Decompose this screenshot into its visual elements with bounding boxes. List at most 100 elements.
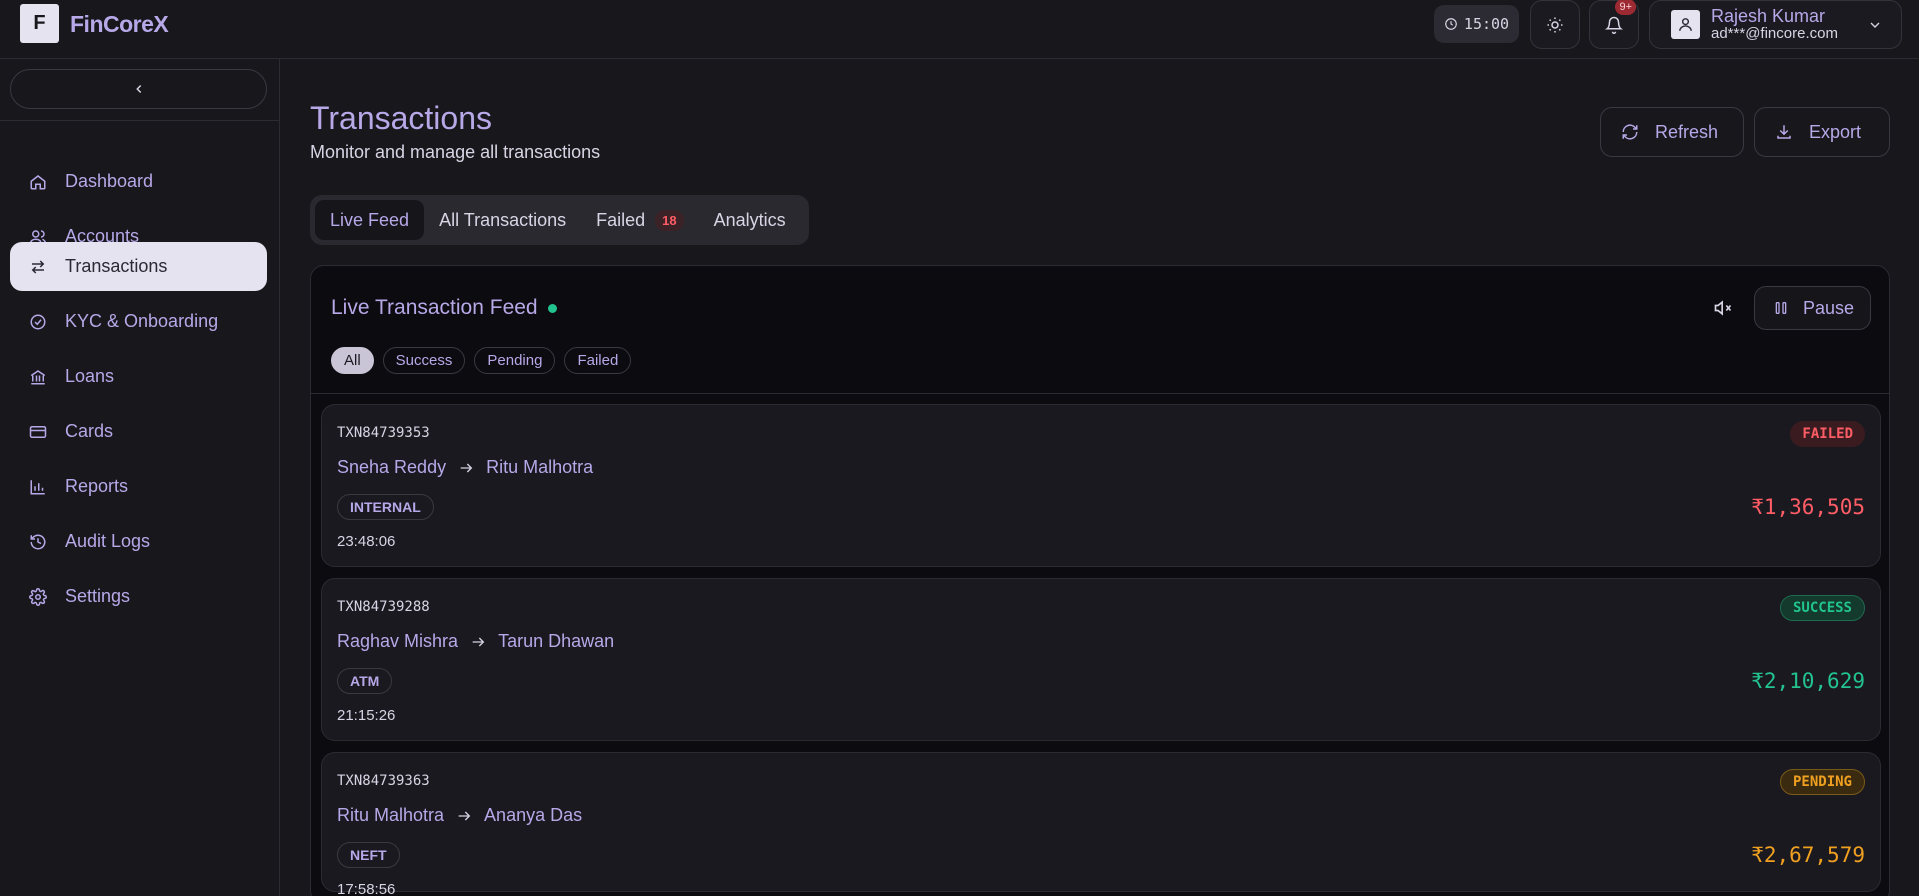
gear-icon xyxy=(29,587,47,606)
filter-all[interactable]: All xyxy=(331,347,374,374)
transaction-type-badge: INTERNAL xyxy=(337,494,434,520)
failed-count-badge: 18 xyxy=(655,209,684,231)
feed-title: Live Transaction Feed xyxy=(331,296,557,320)
sidebar-item-audit-logs[interactable]: Audit Logs xyxy=(10,517,267,566)
sidebar-divider xyxy=(0,120,279,121)
refresh-button[interactable]: Refresh xyxy=(1600,107,1744,157)
user-icon xyxy=(1679,18,1692,31)
sender-name: Raghav Mishra xyxy=(337,631,459,651)
status-badge: FAILED xyxy=(1790,421,1865,447)
arrow-right-icon xyxy=(458,811,471,820)
chart-icon xyxy=(30,479,45,494)
sidebar-item-cards[interactable]: Cards xyxy=(10,407,267,456)
transaction-type-badge: NEFT xyxy=(337,842,400,868)
arrows-icon xyxy=(31,259,45,274)
receiver-name: Ananya Das xyxy=(484,805,583,825)
sidebar: Dashboard Accounts Transactions KYC & On… xyxy=(0,59,280,896)
theme-toggle-button[interactable] xyxy=(1530,0,1580,49)
sidebar-item-label: Reports xyxy=(65,476,129,496)
transaction-amount: ₹2,67,579 xyxy=(1751,843,1865,867)
transaction-amount: ₹1,36,505 xyxy=(1751,495,1865,519)
arrow-right-icon xyxy=(460,463,473,472)
tab-failed[interactable]: Failed 18 xyxy=(581,200,699,240)
transaction-parties: Sneha Reddy Ritu Malhotra xyxy=(337,457,593,478)
sidebar-item-settings[interactable]: Settings xyxy=(10,572,267,621)
arrow-right-icon xyxy=(472,637,485,646)
sun-icon xyxy=(1547,17,1563,32)
sidebar-item-label: Settings xyxy=(65,586,131,606)
transaction-type-badge: ATM xyxy=(337,668,393,694)
filter-failed[interactable]: Failed xyxy=(564,347,632,374)
sidebar-item-label: Transactions xyxy=(65,256,168,276)
receiver-name: Tarun Dhawan xyxy=(498,631,615,651)
transaction-time: 21:15:26 xyxy=(337,707,396,724)
sender-name: Sneha Reddy xyxy=(337,457,447,477)
transaction-id: TXN84739288 xyxy=(337,599,430,615)
status-badge: SUCCESS xyxy=(1779,595,1865,621)
transaction-time: 23:48:06 xyxy=(337,533,396,550)
feed-title-text: Live Transaction Feed xyxy=(331,296,538,319)
receiver-name: Ritu Malhotra xyxy=(486,457,594,477)
logo-mark: F xyxy=(20,4,59,43)
check-circle-icon xyxy=(30,314,46,329)
live-indicator-dot xyxy=(547,303,557,313)
transaction-card[interactable]: TXN84739353 Sneha Reddy Ritu Malhotra IN… xyxy=(321,404,1881,567)
clock-value: 15:00 xyxy=(1463,15,1510,33)
panel-divider xyxy=(311,393,1889,394)
tab-all-transactions[interactable]: All Transactions xyxy=(424,200,581,240)
history-icon xyxy=(30,534,46,549)
user-menu-button[interactable]: Rajesh Kumar ad***@fincore.com xyxy=(1649,0,1902,49)
transaction-amount: ₹2,10,629 xyxy=(1751,669,1865,693)
live-feed-panel: Live Transaction Feed Pause All Success … xyxy=(310,265,1890,896)
transaction-id: TXN84739353 xyxy=(337,425,430,441)
export-button[interactable]: Export xyxy=(1754,107,1890,157)
session-clock: 15:00 xyxy=(1434,5,1519,43)
sender-name: Ritu Malhotra xyxy=(337,805,445,825)
clock-icon xyxy=(1445,18,1457,30)
pause-label: Pause xyxy=(1803,297,1855,318)
sidebar-item-label: KYC & Onboarding xyxy=(65,311,219,331)
user-name: Rajesh Kumar xyxy=(1711,5,1826,26)
filter-pending[interactable]: Pending xyxy=(474,347,556,374)
transaction-parties: Ritu Malhotra Ananya Das xyxy=(337,805,582,826)
transaction-parties: Raghav Mishra Tarun Dhawan xyxy=(337,631,614,652)
export-label: Export xyxy=(1809,121,1862,142)
notifications-button[interactable]: 9+ xyxy=(1589,0,1639,49)
sidebar-item-transactions[interactable]: Transactions xyxy=(10,242,267,291)
download-icon xyxy=(1777,125,1791,139)
filter-success[interactable]: Success xyxy=(382,347,466,374)
status-filter-row: All Success Pending Failed xyxy=(331,347,632,374)
pause-button[interactable]: Pause xyxy=(1754,286,1871,330)
sidebar-item-label: Audit Logs xyxy=(65,531,151,551)
top-header: F FinCoreX 15:00 9+ Rajesh Kumar ad***@f… xyxy=(0,0,1919,59)
transaction-card[interactable]: TXN84739363 Ritu Malhotra Ananya Das NEF… xyxy=(321,752,1881,896)
sidebar-item-label: Loans xyxy=(65,366,115,386)
sidebar-item-loans[interactable]: Loans xyxy=(10,352,267,401)
home-icon xyxy=(30,174,46,189)
app-name: FinCoreX xyxy=(70,11,169,37)
transaction-card[interactable]: TXN84739288 Raghav Mishra Tarun Dhawan A… xyxy=(321,578,1881,741)
bank-icon xyxy=(30,369,46,384)
bell-icon xyxy=(1605,16,1623,34)
mute-icon[interactable] xyxy=(1713,298,1733,318)
sidebar-collapse-button[interactable] xyxy=(10,69,267,109)
sidebar-item-kyc[interactable]: KYC & Onboarding xyxy=(10,297,267,346)
page-title: Transactions xyxy=(310,100,492,136)
refresh-icon xyxy=(1622,124,1638,140)
sidebar-item-dashboard[interactable]: Dashboard xyxy=(10,157,267,206)
transaction-time: 17:58:56 xyxy=(337,881,396,896)
sidebar-item-reports[interactable]: Reports xyxy=(10,462,267,511)
tab-live-feed[interactable]: Live Feed xyxy=(315,200,425,240)
refresh-label: Refresh xyxy=(1655,121,1719,142)
avatar xyxy=(1671,10,1700,39)
sidebar-item-label: Dashboard xyxy=(65,171,154,191)
tab-analytics[interactable]: Analytics xyxy=(699,200,801,240)
tab-failed-label: Failed xyxy=(596,209,646,230)
page-subtitle: Monitor and manage all transactions xyxy=(310,142,601,162)
status-badge: PENDING xyxy=(1779,769,1865,795)
transaction-tabs: Live Feed All Transactions Failed 18 Ana… xyxy=(310,195,809,245)
notification-count-badge: 9+ xyxy=(1615,0,1636,15)
sidebar-item-label: Cards xyxy=(65,421,114,441)
card-icon xyxy=(29,425,47,438)
transaction-id: TXN84739363 xyxy=(337,773,430,789)
